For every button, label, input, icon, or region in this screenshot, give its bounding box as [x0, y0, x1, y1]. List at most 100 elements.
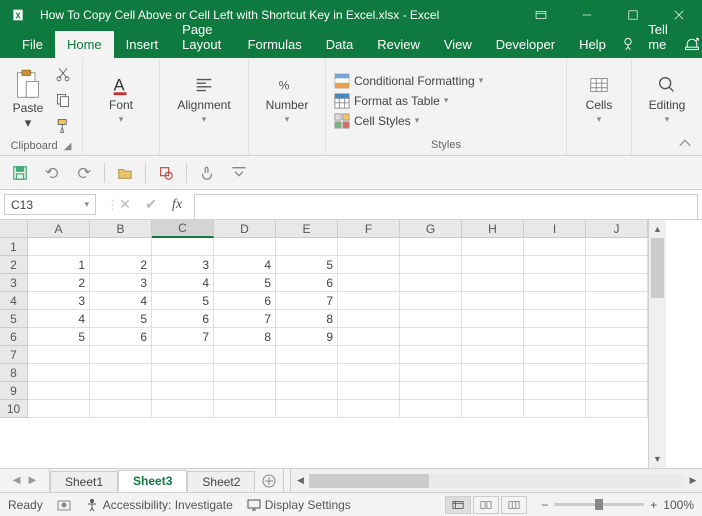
save-button[interactable] — [8, 161, 32, 185]
cell-I10[interactable] — [524, 400, 586, 418]
cell-I8[interactable] — [524, 364, 586, 382]
cell-D10[interactable] — [214, 400, 276, 418]
cell-E2[interactable]: 5 — [276, 256, 338, 274]
cell-C7[interactable] — [152, 346, 214, 364]
cell-D2[interactable]: 4 — [214, 256, 276, 274]
cell-A7[interactable] — [28, 346, 90, 364]
cell-F7[interactable] — [338, 346, 400, 364]
number-button[interactable]: % Number ▾ — [257, 74, 317, 125]
cell-H2[interactable] — [462, 256, 524, 274]
zoom-out-button[interactable]: − — [541, 498, 548, 512]
cell-G6[interactable] — [400, 328, 462, 346]
cell-B10[interactable] — [90, 400, 152, 418]
cell-B6[interactable]: 6 — [90, 328, 152, 346]
cell-D8[interactable] — [214, 364, 276, 382]
tab-insert[interactable]: Insert — [114, 31, 171, 58]
cell-E9[interactable] — [276, 382, 338, 400]
alignment-button[interactable]: Alignment ▾ — [168, 74, 240, 125]
cell-D1[interactable] — [214, 238, 276, 256]
sheet-tab-sheet2[interactable]: Sheet2 — [187, 471, 255, 492]
accessibility-status[interactable]: Accessibility: Investigate — [85, 498, 233, 512]
cell-E7[interactable] — [276, 346, 338, 364]
tab-file[interactable]: File — [10, 31, 55, 58]
cell-B2[interactable]: 2 — [90, 256, 152, 274]
cell-G8[interactable] — [400, 364, 462, 382]
cell-D6[interactable]: 8 — [214, 328, 276, 346]
clipboard-launcher[interactable]: ◢ — [64, 141, 72, 152]
cell-I3[interactable] — [524, 274, 586, 292]
font-button[interactable]: A Font ▾ — [91, 74, 151, 125]
insert-function-button[interactable]: fx — [166, 194, 188, 216]
cell-C8[interactable] — [152, 364, 214, 382]
cell-H7[interactable] — [462, 346, 524, 364]
page-layout-view-button[interactable] — [473, 496, 499, 514]
format-painter-button[interactable] — [52, 116, 74, 136]
cell-E3[interactable]: 6 — [276, 274, 338, 292]
cell-I5[interactable] — [524, 310, 586, 328]
col-header-J[interactable]: J — [586, 220, 648, 238]
col-header-E[interactable]: E — [276, 220, 338, 238]
cell-I1[interactable] — [524, 238, 586, 256]
new-sheet-button[interactable] — [255, 469, 283, 492]
cells-button[interactable]: Cells ▾ — [575, 74, 623, 125]
cell-H9[interactable] — [462, 382, 524, 400]
cell-J2[interactable] — [586, 256, 648, 274]
cell-D9[interactable] — [214, 382, 276, 400]
cell-I9[interactable] — [524, 382, 586, 400]
cell-J6[interactable] — [586, 328, 648, 346]
cell-G9[interactable] — [400, 382, 462, 400]
cell-D4[interactable]: 6 — [214, 292, 276, 310]
tab-view[interactable]: View — [432, 31, 484, 58]
col-header-B[interactable]: B — [90, 220, 152, 238]
cell-E4[interactable]: 7 — [276, 292, 338, 310]
tab-formulas[interactable]: Formulas — [236, 31, 314, 58]
display-settings-button[interactable]: Display Settings — [247, 498, 351, 512]
cell-G7[interactable] — [400, 346, 462, 364]
cell-F8[interactable] — [338, 364, 400, 382]
qat-touch-button[interactable] — [195, 161, 219, 185]
cell-A4[interactable]: 3 — [28, 292, 90, 310]
cell-D3[interactable]: 5 — [214, 274, 276, 292]
cell-H8[interactable] — [462, 364, 524, 382]
cell-H5[interactable] — [462, 310, 524, 328]
cell-C2[interactable]: 3 — [152, 256, 214, 274]
cell-B3[interactable]: 3 — [90, 274, 152, 292]
cell-E5[interactable]: 8 — [276, 310, 338, 328]
zoom-level[interactable]: 100% — [663, 498, 694, 512]
cell-E6[interactable]: 9 — [276, 328, 338, 346]
cell-J1[interactable] — [586, 238, 648, 256]
cell-G4[interactable] — [400, 292, 462, 310]
cell-H4[interactable] — [462, 292, 524, 310]
minimize-button[interactable] — [564, 0, 610, 30]
cell-G5[interactable] — [400, 310, 462, 328]
cell-F1[interactable] — [338, 238, 400, 256]
tab-split-handle[interactable] — [283, 469, 291, 492]
row-header-7[interactable]: 7 — [0, 346, 28, 364]
cell-H6[interactable] — [462, 328, 524, 346]
tellme-icon[interactable] — [618, 30, 638, 58]
col-header-I[interactable]: I — [524, 220, 586, 238]
cell-A9[interactable] — [28, 382, 90, 400]
name-box[interactable]: C13▾ — [4, 194, 96, 215]
cell-F10[interactable] — [338, 400, 400, 418]
cell-styles-button[interactable]: Cell Styles▾ — [334, 113, 483, 129]
scroll-up-button[interactable]: ▲ — [649, 220, 666, 238]
cell-F3[interactable] — [338, 274, 400, 292]
col-header-D[interactable]: D — [214, 220, 276, 238]
copy-button[interactable] — [52, 90, 74, 110]
sheet-tab-sheet1[interactable]: Sheet1 — [50, 471, 118, 492]
cut-button[interactable] — [52, 64, 74, 84]
cell-A10[interactable] — [28, 400, 90, 418]
editing-button[interactable]: Editing ▾ — [640, 74, 694, 125]
col-header-C[interactable]: C — [152, 220, 214, 238]
cell-E1[interactable] — [276, 238, 338, 256]
redo-button[interactable] — [72, 161, 96, 185]
macro-record-button[interactable] — [57, 498, 71, 512]
cell-B7[interactable] — [90, 346, 152, 364]
row-header-4[interactable]: 4 — [0, 292, 28, 310]
cell-I6[interactable] — [524, 328, 586, 346]
cell-A8[interactable] — [28, 364, 90, 382]
cell-H3[interactable] — [462, 274, 524, 292]
cell-A3[interactable]: 2 — [28, 274, 90, 292]
scroll-left-button[interactable]: ◀ — [291, 475, 309, 486]
